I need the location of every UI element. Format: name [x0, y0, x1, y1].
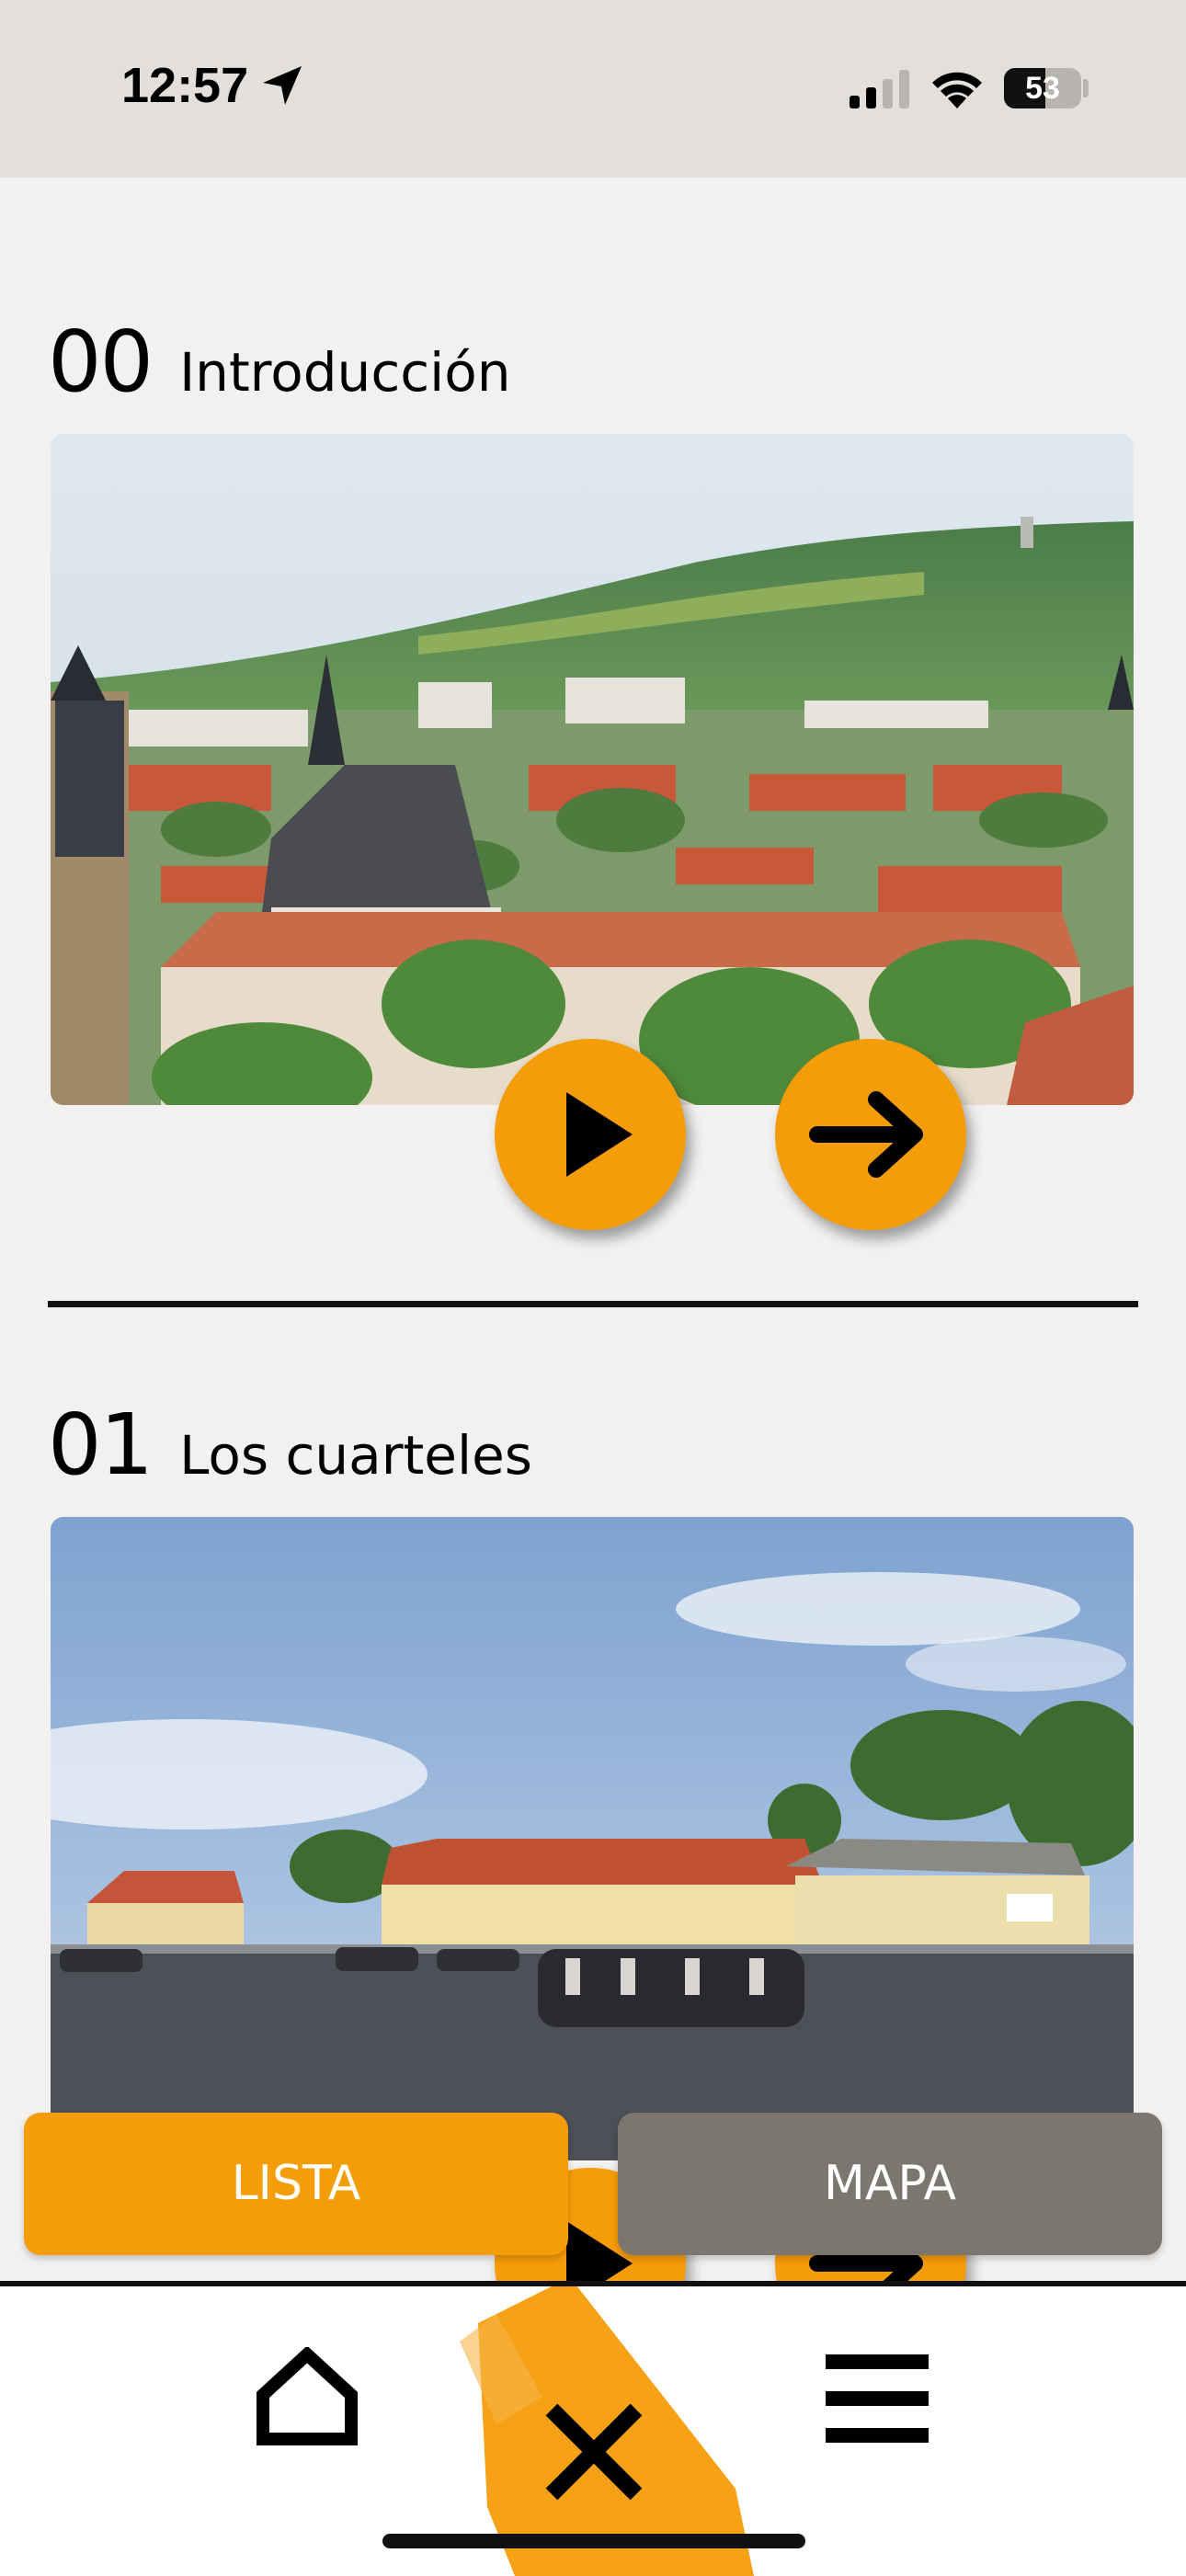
section-title[interactable]: Los cuarteles — [179, 1424, 532, 1487]
home-indicator — [382, 2534, 805, 2548]
section-number: 00 — [48, 313, 154, 411]
close-icon[interactable] — [539, 2397, 649, 2507]
section-header-00: 00 Introducción — [48, 313, 510, 411]
section-title[interactable]: Introducción — [179, 341, 510, 404]
status-time: 12:57 — [121, 58, 249, 113]
map-view-button[interactable]: MAPA — [618, 2113, 1162, 2255]
battery-tip — [1083, 79, 1089, 97]
play-button[interactable] — [495, 1039, 686, 1230]
cellular-signal-icon — [850, 70, 909, 108]
section-divider — [48, 1301, 1138, 1307]
battery-icon: 53 — [1004, 68, 1081, 108]
arrow-right-icon — [809, 1091, 923, 1178]
next-button[interactable] — [775, 1039, 966, 1230]
barracks-square-photo[interactable] — [51, 1517, 1134, 2160]
list-view-button[interactable]: LISTA — [24, 2113, 568, 2255]
play-icon — [566, 1092, 633, 1177]
home-icon[interactable] — [254, 2347, 360, 2448]
section-number: 01 — [48, 1396, 154, 1494]
menu-icon[interactable] — [826, 2354, 929, 2443]
location-arrow-icon — [263, 66, 302, 105]
tab-bar — [0, 2281, 1186, 2576]
status-bar: 12:57 53 — [0, 0, 1186, 177]
town-panorama-photo[interactable] — [51, 434, 1134, 1105]
section-header-01: 01 Los cuarteles — [48, 1396, 532, 1494]
wifi-icon — [932, 72, 982, 108]
battery-level: 53 — [1025, 71, 1060, 106]
